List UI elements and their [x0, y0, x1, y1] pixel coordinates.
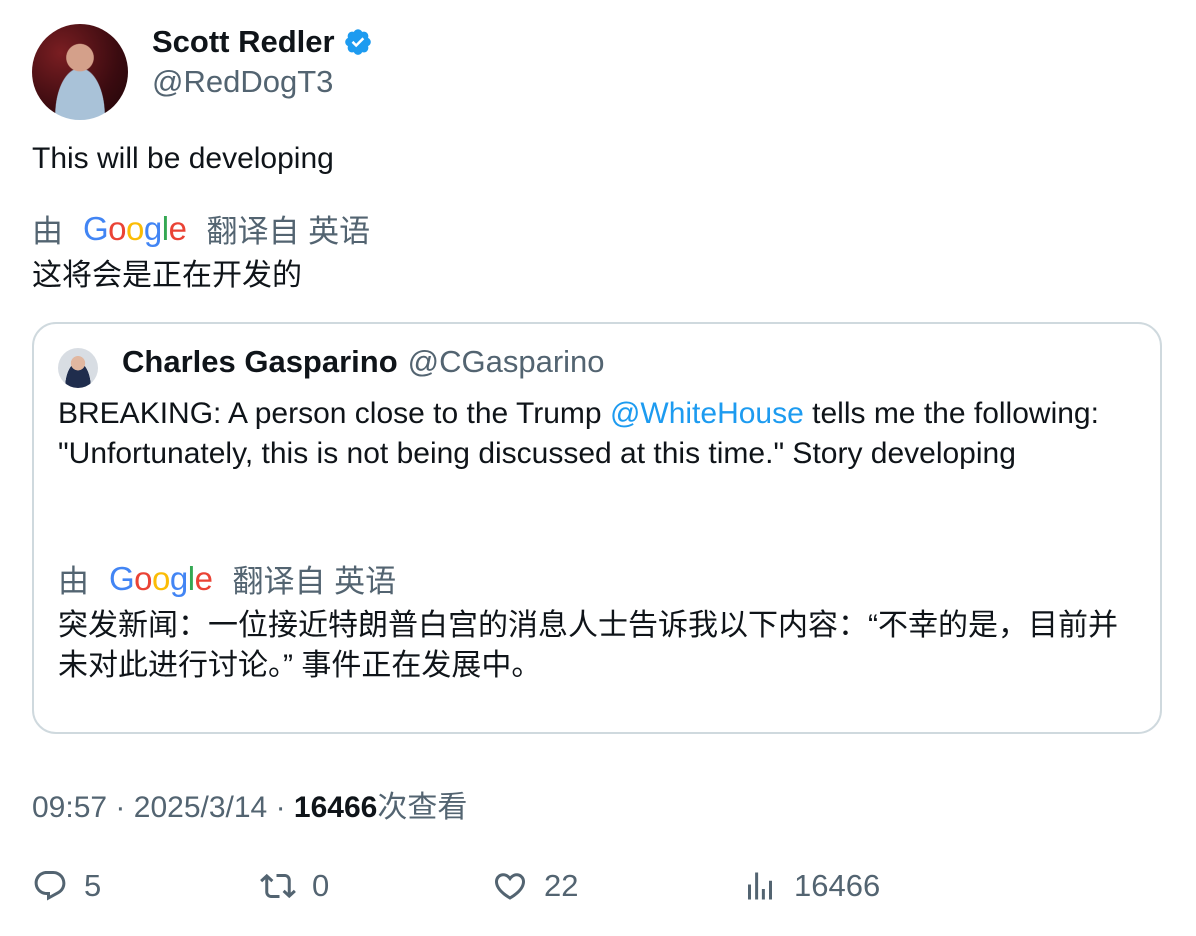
views-icon: [748, 872, 772, 900]
verified-badge-icon[interactable]: [343, 27, 373, 57]
meta-separator: ·: [115, 791, 126, 824]
translation-prefix: 由: [32, 214, 63, 249]
tweet-meta: 09:57 · 2025/3/14 · 16466次查看: [32, 782, 467, 826]
like-button[interactable]: 22: [492, 868, 578, 904]
quoted-tweet-text: BREAKING: A person close to the Trump @W…: [58, 394, 1138, 474]
translation-suffix[interactable]: 翻译自 英语: [232, 556, 396, 601]
translated-tweet-text: 这将会是正在开发的: [32, 259, 302, 292]
quoted-author-avatar: [58, 348, 98, 388]
quoted-author-name: Charles Gasparino: [122, 344, 398, 379]
author-handle[interactable]: @RedDogT3: [152, 64, 333, 100]
quoted-translated-text: 突发新闻：一位接近特朗普白宫的消息人士告诉我以下内容：“不幸的是，目前并未对此进…: [58, 609, 1118, 682]
google-logo: Google: [109, 559, 213, 597]
meta-separator: ·: [275, 791, 286, 824]
like-icon: [494, 873, 526, 900]
mention-link[interactable]: @WhiteHouse: [610, 397, 804, 430]
views-button[interactable]: 16466: [742, 868, 880, 904]
tweet-text: This will be developing: [32, 142, 334, 175]
reply-count: 5: [84, 868, 102, 903]
retweet-count: 0: [312, 868, 330, 903]
views-label: 次查看: [377, 791, 468, 824]
retweet-icon: [260, 873, 296, 899]
quoted-translation-attribution: 由 Google 翻译自 英语: [58, 556, 396, 601]
quoted-author-row: Charles Gasparino @CGasparino: [122, 344, 605, 380]
like-count: 22: [544, 868, 579, 903]
tweet-header: Scott Redler @RedDogT3: [32, 24, 1162, 120]
tweet-time[interactable]: 09:57: [32, 791, 107, 824]
author-display-name[interactable]: Scott Redler: [152, 24, 335, 60]
translation-suffix[interactable]: 翻译自 英语: [206, 206, 370, 251]
author-name-row: Scott Redler: [152, 24, 373, 60]
quoted-author-handle: @CGasparino: [407, 344, 605, 379]
translation-attribution: 由 Google 翻译自 英语: [32, 206, 370, 251]
views-count: 16466: [293, 791, 378, 824]
quoted-tweet-card[interactable]: Charles Gasparino @CGasparino BREAKING: …: [32, 322, 1162, 734]
reply-button[interactable]: 5: [32, 868, 101, 904]
translation-prefix: 由: [58, 564, 89, 599]
author-avatar[interactable]: [32, 24, 128, 120]
action-bar: 5 0 22 16466: [32, 868, 1162, 912]
retweet-button[interactable]: 0: [260, 868, 329, 904]
reply-icon: [34, 871, 66, 901]
tweet-date[interactable]: 2025/3/14: [134, 791, 267, 824]
views-action-count: 16466: [794, 868, 881, 903]
quoted-text-part: BREAKING: A person close to the Trump: [58, 397, 610, 430]
google-logo: Google: [83, 209, 187, 247]
